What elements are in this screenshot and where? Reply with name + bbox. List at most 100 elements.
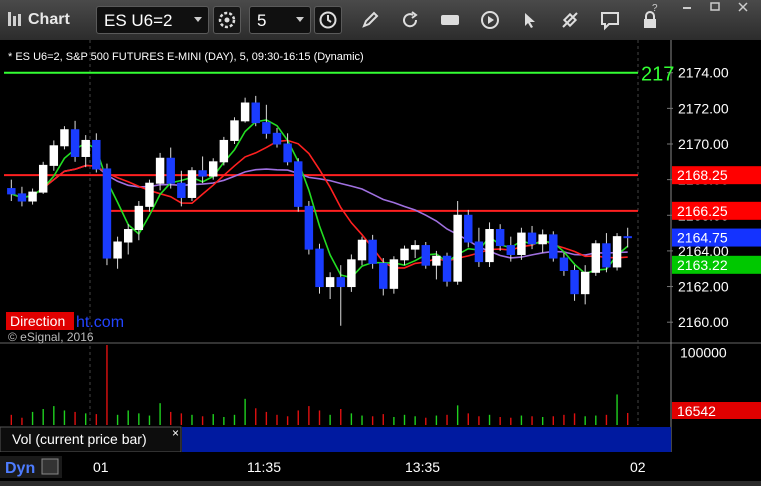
symbol-value: ES U6=2	[104, 11, 173, 30]
candle-body	[102, 168, 112, 259]
window-controls[interactable]: ?	[647, 0, 757, 14]
candle-body	[315, 248, 324, 288]
candle-body	[389, 259, 399, 289]
candle-body	[559, 257, 569, 272]
price-chart[interactable]: 217 10000016542 2160.002162.002164.00216…	[0, 40, 761, 481]
candle-body	[495, 229, 505, 247]
clock-icon	[319, 11, 337, 29]
candle-body	[623, 236, 632, 239]
candle-body	[294, 161, 303, 207]
candle-body	[368, 239, 377, 264]
candle-body	[591, 243, 601, 273]
candle-body	[7, 188, 16, 195]
candle-body	[155, 157, 165, 184]
chart-app-icon	[8, 12, 21, 26]
symbol-select[interactable]: ES U6=2	[96, 6, 209, 34]
candle-body	[442, 255, 452, 282]
price-label: 2163.22	[677, 257, 728, 273]
pencil-icon[interactable]	[357, 7, 383, 33]
time-axis	[0, 452, 761, 481]
candle-body	[453, 214, 462, 282]
price-label: 2166.25	[677, 203, 728, 219]
candle-body	[240, 102, 250, 122]
help-icon[interactable]: ?	[652, 3, 658, 14]
candle-body	[517, 232, 526, 255]
candle-body	[474, 241, 484, 263]
candle-body	[81, 139, 90, 157]
candle-body	[92, 139, 101, 170]
price-tick-label: 2174.00	[678, 65, 729, 81]
candle-body	[209, 161, 218, 177]
volume-current-label: 16542	[677, 403, 716, 419]
candle-body	[166, 157, 175, 184]
interval-settings-button[interactable]	[213, 6, 241, 34]
price-tick-label: 2170.00	[678, 136, 729, 152]
candle-body	[485, 229, 494, 263]
level-line-label: 217	[641, 64, 674, 86]
candle-body	[38, 164, 48, 193]
candle-body	[421, 245, 430, 266]
drawing-tool-icon[interactable]	[557, 7, 583, 33]
candle-body	[145, 182, 154, 207]
refresh-icon[interactable]	[397, 7, 423, 33]
chart-title: * ES U6=2, S&P 500 FUTURES E-MINI (DAY),…	[8, 51, 364, 63]
watermark-left: Direction	[10, 313, 65, 329]
candle-body	[506, 245, 516, 255]
candle-body	[187, 170, 197, 198]
candle-body	[262, 122, 271, 134]
volume-legend: Vol (current price bar)	[12, 431, 147, 447]
candle-body	[123, 229, 133, 243]
candle-body	[283, 143, 292, 163]
candle-body	[538, 234, 547, 245]
candle-body	[432, 255, 441, 266]
time-tick-label: 11:35	[247, 459, 281, 475]
price-tick-label: 2160.00	[678, 314, 729, 330]
candle-body	[177, 182, 186, 198]
candle-body	[602, 243, 611, 268]
candle-body	[272, 132, 282, 145]
candle-body	[612, 236, 622, 268]
chart-area[interactable]: 217 10000016542 2160.002162.002164.00216…	[0, 40, 761, 481]
volume-legend-strip	[182, 427, 671, 452]
candle-body	[60, 129, 69, 147]
chevron-down-icon	[296, 17, 304, 22]
candle-body	[49, 145, 59, 166]
candle-body	[219, 139, 229, 163]
candle-body	[304, 205, 314, 250]
time-template-button[interactable]	[314, 6, 342, 34]
candle-body	[464, 214, 473, 243]
cursor-icon[interactable]	[517, 7, 543, 33]
dynamic-label: Dyn	[5, 460, 35, 477]
candle-body	[379, 262, 388, 289]
price-label: 2168.25	[677, 167, 728, 183]
time-tick-label: 01	[93, 459, 109, 475]
maximize-icon[interactable]	[710, 2, 720, 11]
settings-icon[interactable]	[41, 458, 59, 475]
candle-body	[28, 191, 37, 202]
interval-value: 5	[257, 11, 267, 30]
candle-body	[336, 277, 345, 288]
app-title: Chart	[28, 11, 70, 28]
candle-body	[400, 248, 409, 261]
copyright-text: © eSignal, 2016	[8, 330, 94, 344]
close-icon[interactable]	[738, 2, 748, 12]
candle-body	[70, 129, 80, 157]
comment-icon[interactable]	[597, 7, 623, 33]
get-data-icon[interactable]	[437, 7, 463, 33]
candle-body	[134, 205, 144, 231]
price-tick-label: 2162.00	[678, 279, 729, 295]
close-legend-icon[interactable]: ×	[172, 426, 179, 440]
candle-body	[251, 102, 260, 124]
candle-body	[410, 245, 420, 250]
price-tick-label: 2172.00	[678, 100, 729, 116]
candle-body	[113, 241, 122, 259]
volume-tick-label: 100000	[680, 344, 727, 360]
price-label: 2164.75	[677, 230, 728, 246]
play-icon[interactable]	[477, 7, 503, 33]
time-tick-label: 02	[630, 459, 646, 475]
interval-select[interactable]: 5	[249, 6, 311, 34]
candle-body	[347, 259, 356, 288]
candle-body	[357, 239, 367, 261]
time-tick-label: 13:35	[405, 459, 440, 475]
chevron-down-icon	[194, 17, 202, 22]
